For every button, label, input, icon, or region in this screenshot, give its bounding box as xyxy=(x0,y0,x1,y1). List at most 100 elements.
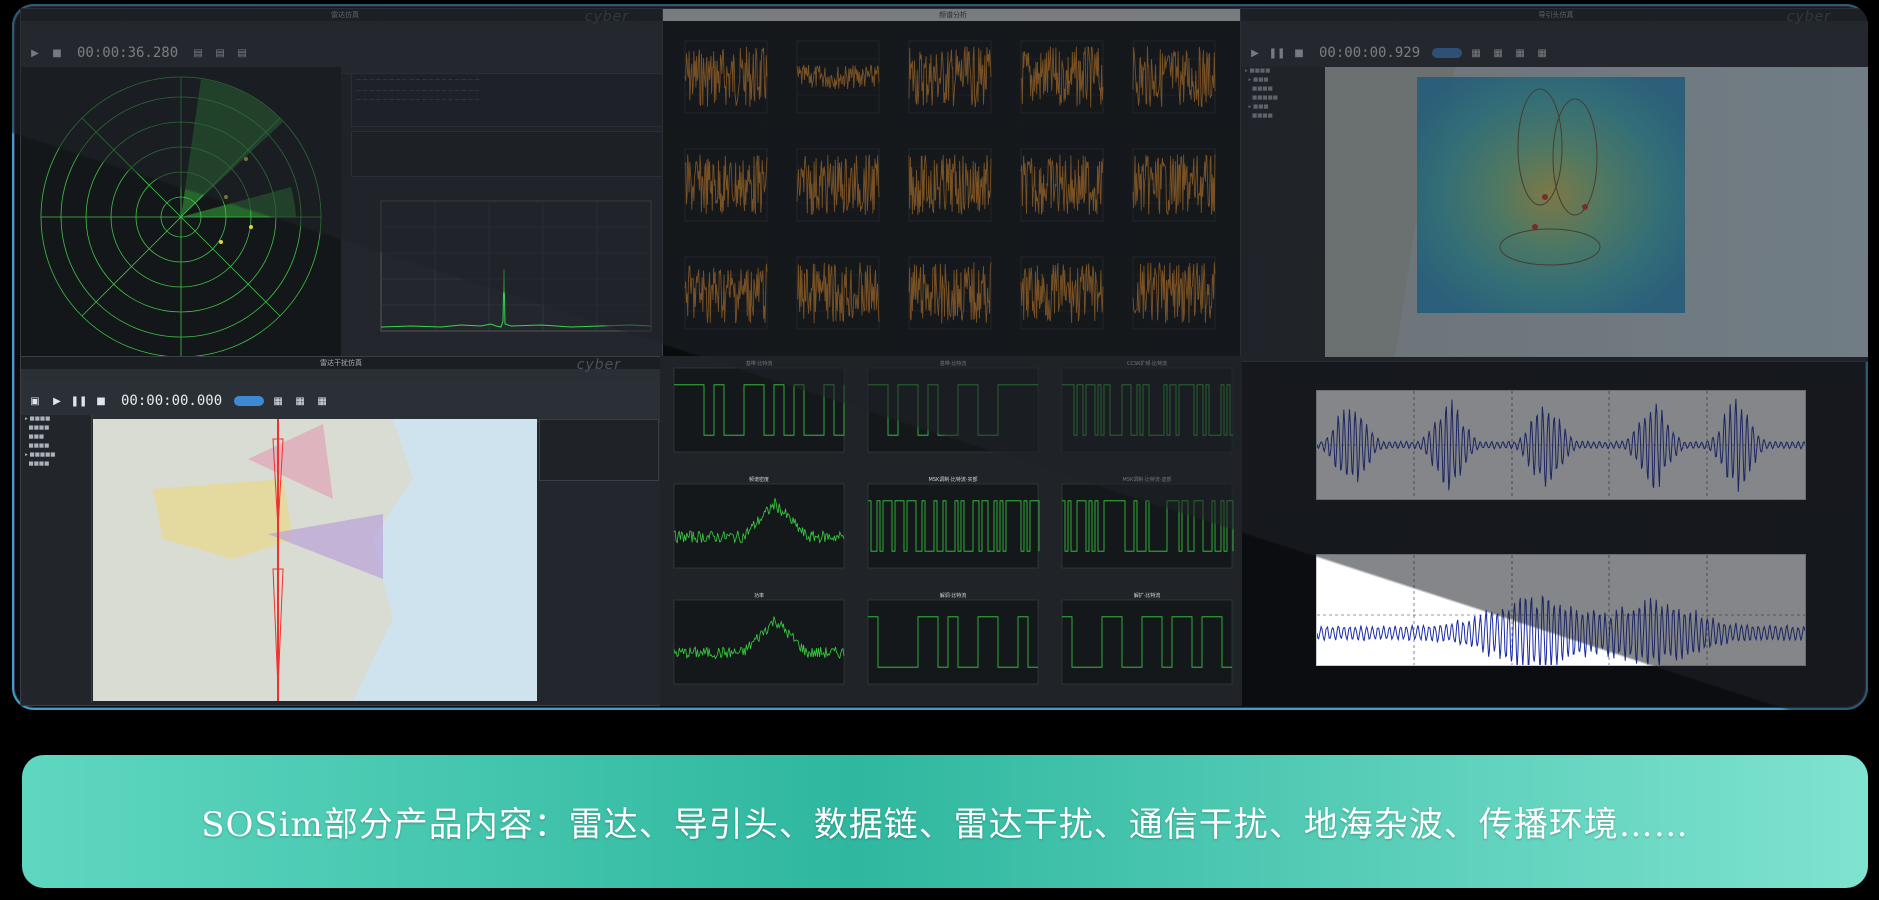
tool-icon-2[interactable]: ▦ xyxy=(1490,45,1506,61)
green-plot-cell: MSK调制·比特流·实部 xyxy=(867,476,1040,569)
radar-window-title: 雷达仿真 xyxy=(331,11,359,19)
jamming-window-title: 雷达干扰仿真 xyxy=(320,359,362,367)
plot-title: MSK调制·比特流·实部 xyxy=(929,476,978,483)
orange-plot-cell xyxy=(1132,256,1216,330)
clutter-waveform-1 xyxy=(1316,390,1806,500)
tree-item[interactable]: ■■■■■ xyxy=(1241,94,1325,103)
cyber-logo-3: cyber xyxy=(576,357,621,373)
jamming-window-titlebar: 雷达干扰仿真 cyber xyxy=(21,357,661,373)
clutter-waveform-2 xyxy=(1316,554,1806,675)
green-plot-cell: 基带·比特流 xyxy=(867,360,1039,453)
seeker-window-titlebar: 导引头仿真 cyber xyxy=(1241,9,1868,25)
orange-window-titlebar: 频谱分析 xyxy=(663,9,1243,21)
orange-window-title: 频谱分析 xyxy=(939,11,967,19)
panel-icon[interactable]: ▤ xyxy=(190,45,206,61)
green-plot-cell: 解调·比特流 xyxy=(867,592,1039,685)
tree-item[interactable]: ■■■ xyxy=(21,433,91,442)
mode-toggle[interactable] xyxy=(234,396,265,406)
jamming-timer: 00:00:00.000 xyxy=(121,393,223,409)
orange-plot-cell xyxy=(796,256,880,330)
orange-plot-cell xyxy=(684,256,768,330)
green-plot-cell: 频谱密度 xyxy=(673,476,845,569)
tree-item[interactable]: ■■■■ xyxy=(21,424,91,433)
plot-title: 基带·比特流 xyxy=(746,360,773,367)
datalink-plots-region: 基带·比特流 基带·比特流 CCSK扩频·比特流频谱密度 MSK调制·比特流·实部 MS… xyxy=(660,356,1242,706)
jamming-tree-panel: ▸ ■■■■ ■■■■ ■■■ ■■■■ ▸ ■■■■■ ■■■■ xyxy=(21,415,92,703)
tool-icon[interactable]: ▦ xyxy=(1468,45,1484,61)
orange-plot-cell xyxy=(908,40,992,114)
tree-item[interactable]: ▸ ■■■ xyxy=(1241,103,1325,112)
tree-item[interactable]: ■■■■ xyxy=(21,442,91,451)
plot-title: 解扩·比特流 xyxy=(1134,592,1161,599)
orange-plot-cell xyxy=(908,148,992,222)
tool-icon[interactable]: ▦ xyxy=(270,393,286,409)
waveform-2-svg xyxy=(1316,555,1806,675)
jamming-toolbar: ▣ ▶ ❚❚ ■ 00:00:00.000 ▦ ▦ ▦ xyxy=(21,381,661,422)
seeker-window-title: 导引头仿真 xyxy=(1538,11,1574,19)
waveform-1-trace xyxy=(1316,398,1806,492)
seeker-tabs xyxy=(1241,21,1868,33)
pause-icon[interactable]: ❚❚ xyxy=(71,393,88,409)
radar-timer: 00:00:36.280 xyxy=(77,45,179,61)
waveform-1-svg xyxy=(1316,391,1806,499)
tree-item[interactable]: ■■■■ xyxy=(1241,85,1325,94)
screenshot-collage: 雷达仿真 cyber ▶ ■ 00:00:36.280 ▤ ▤ ▤ — — — … xyxy=(12,4,1868,710)
product-banner: SOSim部分产品内容：雷达、导引头、数据链、雷达干扰、通信干扰、地海杂波、传播… xyxy=(22,755,1868,888)
tree-item[interactable]: ▸ ■■■ xyxy=(1241,76,1325,85)
radar-spectrum-plot xyxy=(351,181,665,351)
panel-icon-3[interactable]: ▤ xyxy=(234,45,250,61)
stop-icon[interactable]: ■ xyxy=(1291,45,1307,61)
panel-icon-2[interactable]: ▤ xyxy=(212,45,228,61)
tool-icon-3[interactable]: ▦ xyxy=(314,393,330,409)
cyber-logo: cyber xyxy=(584,9,629,25)
play-icon[interactable]: ▶ xyxy=(27,45,43,61)
seeker-tree-panel: ▸ ■■■■ ▸ ■■■ ■■■■ ■■■■■ ▸ ■■■ ■■■■ xyxy=(1241,67,1326,357)
jamming-map xyxy=(93,419,537,701)
banner-text: SOSim部分产品内容：雷达、导引头、数据链、雷达干扰、通信干扰、地海杂波、传播… xyxy=(201,805,1689,845)
plot-title: 基带·比特流 xyxy=(940,360,967,367)
green-plot-cells: 基带·比特流 基带·比特流 CCSK扩频·比特流频谱密度 MSK调制·比特流·实部 MS… xyxy=(673,360,1234,685)
play-icon[interactable]: ▶ xyxy=(49,393,65,409)
play-icon[interactable]: ▶ xyxy=(1247,45,1263,61)
orange-plot-cell xyxy=(1020,148,1104,222)
tree-item[interactable]: ▸ ■■■■ xyxy=(1241,67,1325,76)
select-icon[interactable]: ▣ xyxy=(27,393,43,409)
radar-data-table: — — — — — — — — — — — — — — — — — — — — … xyxy=(351,73,667,127)
orange-plot-cell xyxy=(1132,40,1216,114)
tool-icon-4[interactable]: ▦ xyxy=(1534,45,1550,61)
jamming-tabs xyxy=(21,369,661,381)
tool-icon-3[interactable]: ▦ xyxy=(1512,45,1528,61)
green-plot-cell: MSK调制·比特流·虚部 xyxy=(1061,476,1234,569)
radar-log-panel xyxy=(351,131,667,177)
mode-toggle[interactable] xyxy=(1432,48,1463,58)
tool-icon-2[interactable]: ▦ xyxy=(292,393,308,409)
green-plot-cell: 功率 xyxy=(673,592,845,685)
green-plot-cell: 解扩·比特流 xyxy=(1061,592,1233,685)
jamming-data-table xyxy=(539,419,659,481)
plot-title: CCSK扩频·比特流 xyxy=(1127,360,1167,367)
radar-ppi-display xyxy=(21,67,341,357)
green-plot-cell: 基带·比特流 xyxy=(673,360,845,453)
tree-item[interactable]: ▸ ■■■■■ xyxy=(21,451,91,460)
cyber-logo-2: cyber xyxy=(1786,9,1831,25)
orange-plot-cells xyxy=(684,40,1216,330)
stop-icon[interactable]: ■ xyxy=(49,45,65,61)
plot-title: 功率 xyxy=(754,592,764,599)
tree-item[interactable]: ■■■■ xyxy=(1241,112,1325,121)
seeker-map xyxy=(1325,67,1868,357)
orange-plot-grid xyxy=(684,40,1216,330)
green-plot-grid: 基带·比特流 基带·比特流 CCSK扩频·比特流频谱密度 MSK调制·比特流·实部 MS… xyxy=(673,360,1234,685)
seeker-timer: 00:00:00.929 xyxy=(1319,45,1421,61)
radar-tabs xyxy=(21,21,669,33)
radar-window-titlebar: 雷达仿真 cyber xyxy=(21,9,669,25)
tree-item[interactable]: ▸ ■■■■ xyxy=(21,415,91,424)
orange-plot-cell xyxy=(908,256,992,330)
orange-plots-window: 频谱分析 xyxy=(662,8,1244,362)
plot-title: MSK调制·比特流·虚部 xyxy=(1123,476,1172,483)
jamming-map-window: 雷达干扰仿真 cyber ▣ ▶ ❚❚ ■ 00:00:00.000 ▦ ▦ ▦… xyxy=(20,356,662,706)
tree-item[interactable]: ■■■■ xyxy=(21,460,91,469)
stop-icon[interactable]: ■ xyxy=(93,393,109,409)
pause-icon[interactable]: ❚❚ xyxy=(1269,45,1286,61)
orange-plot-cell xyxy=(796,148,880,222)
waveform-2-trace xyxy=(1316,594,1806,675)
